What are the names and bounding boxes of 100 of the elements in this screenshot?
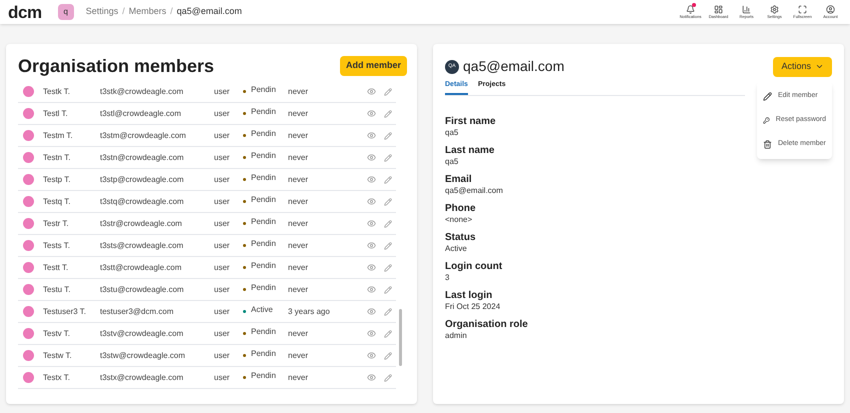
- last-login: never: [288, 86, 310, 98]
- last-login: never: [288, 218, 310, 230]
- chart-icon: [742, 5, 751, 14]
- avatar: [23, 86, 34, 97]
- view-icon[interactable]: [367, 263, 376, 272]
- view-icon[interactable]: [367, 153, 376, 162]
- member-role: user: [214, 372, 231, 384]
- field-label: Email: [445, 174, 472, 186]
- member-name: Testw T.: [43, 350, 73, 362]
- last-login: never: [288, 130, 310, 142]
- field-label: Last name: [445, 144, 494, 156]
- view-icon[interactable]: [367, 373, 376, 382]
- edit-icon[interactable]: [384, 110, 392, 118]
- add-member-button[interactable]: Add member: [340, 56, 407, 76]
- member-email: t3stl@crowdeagle.com: [100, 108, 182, 120]
- member-role: user: [214, 174, 231, 186]
- member-role: user: [214, 284, 231, 296]
- member-role: user: [214, 196, 231, 208]
- breadcrumb-separator: /: [170, 5, 173, 18]
- logo: dcm: [8, 4, 42, 20]
- view-icon[interactable]: [367, 329, 376, 338]
- view-icon[interactable]: [367, 87, 376, 96]
- member-status: Pendin: [251, 150, 277, 162]
- view-icon[interactable]: [367, 241, 376, 250]
- trash-icon: [763, 140, 772, 148]
- edit-icon[interactable]: [384, 220, 392, 228]
- member-name: Testp T.: [43, 174, 72, 186]
- avatar: [23, 108, 34, 119]
- breadcrumb-separator: /: [122, 5, 125, 18]
- edit-icon[interactable]: [384, 154, 392, 162]
- edit-icon[interactable]: [384, 198, 392, 206]
- member-email: testuser3@dcm.com: [100, 306, 174, 318]
- member-title: qa5@email.com: [463, 57, 564, 76]
- member-status: Pendin: [251, 326, 277, 338]
- field-label: Status: [445, 232, 476, 244]
- last-login: never: [288, 262, 310, 274]
- member-name: Tests T.: [43, 240, 71, 252]
- edit-icon[interactable]: [384, 308, 392, 316]
- settings-icon: [770, 5, 779, 14]
- member-status: Pendin: [251, 128, 277, 140]
- member-email: t3stk@crowdeagle.com: [100, 86, 184, 98]
- member-name: Testq T.: [43, 196, 72, 208]
- edit-icon[interactable]: [384, 286, 392, 294]
- edit-icon[interactable]: [384, 176, 392, 184]
- edit-icon[interactable]: [384, 374, 392, 382]
- field-label: Login count: [445, 260, 502, 272]
- organisation-badge[interactable]: q: [58, 4, 74, 20]
- edit-icon[interactable]: [384, 132, 392, 140]
- edit-icon[interactable]: [384, 242, 392, 250]
- view-icon[interactable]: [367, 131, 376, 140]
- view-icon[interactable]: [367, 307, 376, 316]
- avatar: [23, 328, 34, 339]
- field-label: Last login: [445, 290, 492, 302]
- member-name: Testk T.: [43, 86, 71, 98]
- last-login: never: [288, 196, 310, 208]
- member-name: Testuser3 T.: [43, 306, 87, 318]
- member-email: t3sts@crowdeagle.com: [100, 240, 184, 252]
- view-icon[interactable]: [367, 109, 376, 118]
- edit-icon[interactable]: [384, 352, 392, 360]
- member-role: user: [214, 328, 231, 340]
- last-login: 3 years ago: [288, 306, 331, 318]
- breadcrumb[interactable]: Members: [128, 5, 166, 19]
- user-icon: [826, 5, 835, 14]
- field-label: Organisation role: [445, 318, 528, 330]
- field-value: qa5@email.com: [445, 186, 503, 196]
- member-role: user: [214, 108, 231, 120]
- member-role: user: [214, 350, 231, 362]
- breadcrumb[interactable]: Settings: [86, 5, 118, 19]
- last-login: never: [288, 350, 310, 362]
- actions-button[interactable]: Actions: [773, 56, 832, 76]
- member-email: t3stq@crowdeagle.com: [100, 196, 185, 208]
- avatar: [23, 372, 34, 383]
- last-login: never: [288, 240, 310, 252]
- field-label: Phone: [445, 202, 476, 214]
- member-role: user: [214, 240, 231, 252]
- member-email: t3stv@crowdeagle.com: [100, 328, 184, 340]
- view-icon[interactable]: [367, 197, 376, 206]
- avatar: [23, 284, 34, 295]
- edit-icon[interactable]: [384, 88, 392, 96]
- view-icon[interactable]: [367, 351, 376, 360]
- last-login: never: [288, 174, 310, 186]
- member-email: t3stp@crowdeagle.com: [100, 174, 185, 186]
- member-status: Pendin: [251, 172, 277, 184]
- field-value: Active: [445, 244, 467, 254]
- view-icon[interactable]: [367, 175, 376, 184]
- field-value: <none>: [445, 214, 472, 224]
- view-icon[interactable]: [367, 285, 376, 294]
- avatar: [23, 306, 34, 317]
- chevron-icon: [815, 62, 824, 71]
- member-email: t3stm@crowdeagle.com: [100, 130, 187, 142]
- member-status: Pendin: [251, 106, 277, 118]
- member-role: user: [214, 262, 231, 274]
- avatar: [23, 262, 34, 273]
- edit-icon[interactable]: [384, 330, 392, 338]
- field-value: qa5: [445, 128, 458, 138]
- member-name: Testr T.: [43, 218, 70, 230]
- member-name: Testx T.: [43, 372, 71, 384]
- edit-icon[interactable]: [384, 264, 392, 272]
- field-value: admin: [445, 330, 467, 340]
- view-icon[interactable]: [367, 219, 376, 228]
